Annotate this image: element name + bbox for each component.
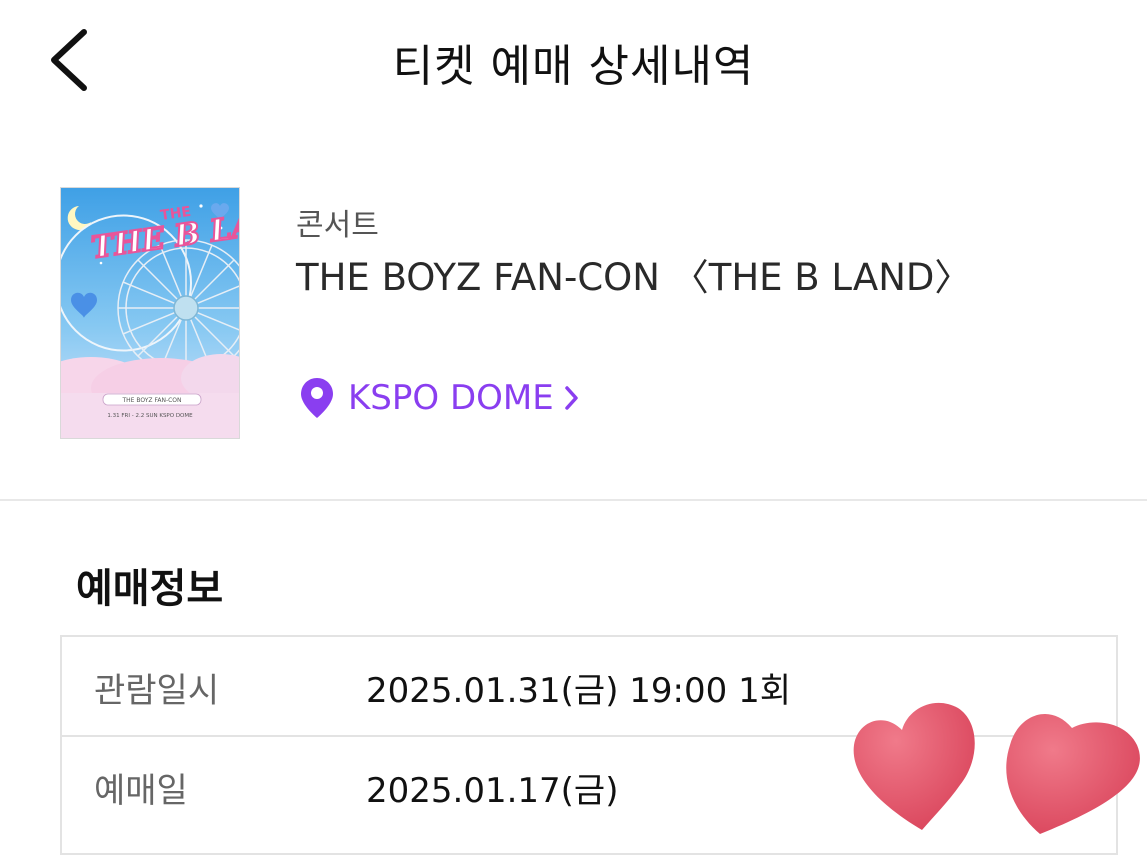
event-summary: THE THE B LAND THE BOYZ FAN-CON 1.31 FRI… — [0, 150, 1147, 490]
event-poster[interactable]: THE THE B LAND THE BOYZ FAN-CON 1.31 FRI… — [60, 187, 240, 439]
section-divider — [0, 499, 1147, 501]
event-title: THE BOYZ FAN-CON 〈THE B LAND〉 — [296, 256, 972, 299]
page-title: 티켓 예매 상세내역 — [392, 41, 755, 92]
hearts-sticker-icon — [840, 690, 1147, 834]
booking-info-title: 예매정보 — [76, 566, 224, 612]
booking-date-value: 2025.01.17(금) — [366, 771, 619, 811]
venue-label: KSPO DOME — [348, 378, 554, 418]
booking-date-label: 예매일 — [94, 771, 188, 811]
header: 티켓 예매 상세내역 — [0, 0, 1147, 130]
event-category: 콘서트 — [296, 208, 379, 243]
venue-link[interactable]: KSPO DOME — [300, 376, 580, 420]
map-pin-icon — [301, 378, 333, 418]
chevron-right-icon — [564, 386, 578, 410]
svg-text:THE BOYZ FAN-CON: THE BOYZ FAN-CON — [121, 397, 181, 404]
viewing-datetime-value: 2025.01.31(금) 19:00 1회 — [366, 671, 791, 711]
viewing-datetime-label: 관람일시 — [94, 671, 220, 711]
poster-image: THE THE B LAND THE BOYZ FAN-CON 1.31 FRI… — [61, 188, 239, 438]
svg-text:1.31 FRI - 2.2 SUN KSPO DOME: 1.31 FRI - 2.2 SUN KSPO DOME — [107, 413, 193, 419]
